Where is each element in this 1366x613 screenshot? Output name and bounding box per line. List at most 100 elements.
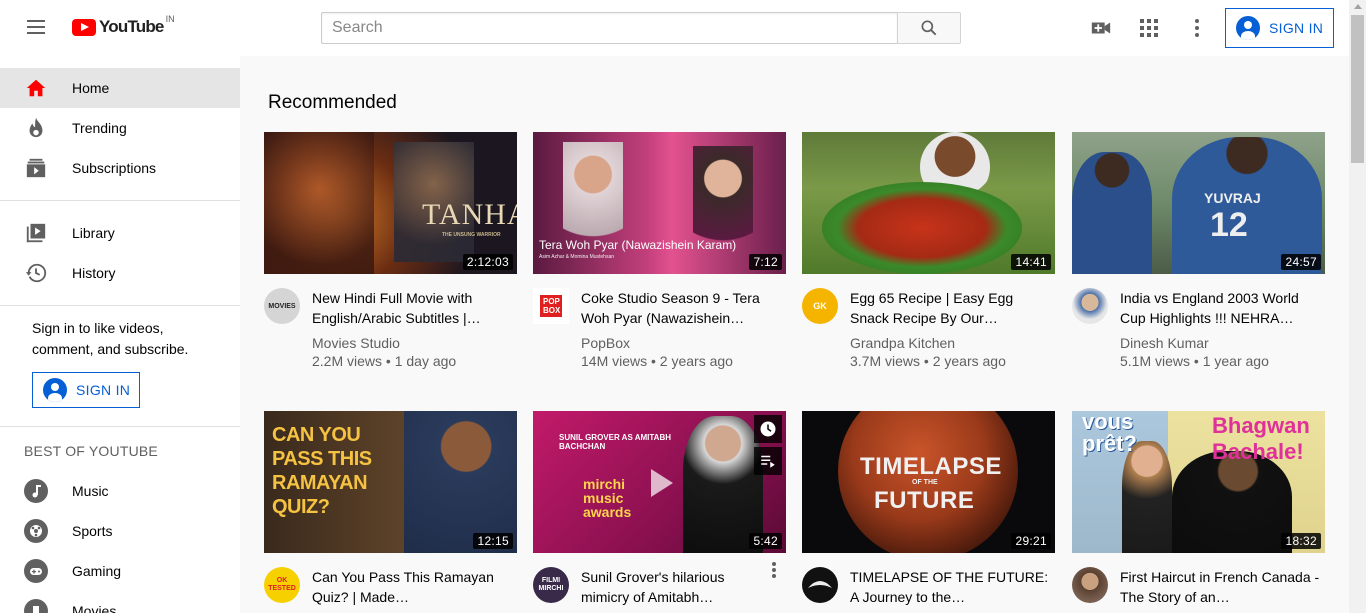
sidebar-item-trending[interactable]: Trending [0, 108, 240, 148]
video-card[interactable]: vous prêt? Bhagwan Bachale! 18:32 First … [1072, 411, 1325, 607]
sidebar-item-home[interactable]: Home [0, 68, 240, 108]
channel-avatar[interactable]: POP BOX [533, 288, 569, 324]
section-title: Recommended [268, 92, 397, 113]
sidebar-item-history[interactable]: History [0, 253, 240, 293]
video-thumbnail[interactable]: vous prêt? Bhagwan Bachale! 18:32 [1072, 411, 1325, 553]
video-card[interactable]: Tera Woh Pyar (Nawazishein Karam) Asim A… [533, 132, 786, 370]
channel-avatar[interactable]: OK TESTED [264, 567, 300, 603]
sidebar: Home Trending Subscriptions Library Hist… [0, 56, 240, 613]
play-icon [651, 469, 673, 497]
thumbnail-subtitle: Asim Azhar & Momina Mustehsan [539, 254, 615, 260]
sidebar-item-label: Movies [72, 603, 117, 613]
sign-in-message: Sign in to like videos, comment, and sub… [32, 320, 189, 357]
video-duration: 2:12:03 [462, 254, 513, 270]
youtube-logo[interactable]: YouTube IN [72, 14, 175, 37]
video-thumbnail[interactable]: YUVRAJ 12 24:57 [1072, 132, 1325, 274]
gaming-icon [24, 559, 48, 583]
watch-later-icon[interactable] [754, 415, 782, 443]
sidebar-item-label: Sports [72, 523, 113, 539]
channel-avatar-text: GK [813, 301, 827, 311]
thumbnail-subtitle: THE UNSUNG WARRIOR [442, 232, 501, 238]
video-card[interactable]: YUVRAJ 12 24:57 India vs England 2003 Wo… [1072, 132, 1325, 370]
video-title[interactable]: First Haircut in French Canada - The Sto… [1120, 567, 1325, 607]
page-scrollbar[interactable] [1349, 0, 1366, 613]
search-icon [921, 20, 937, 36]
sidebar-item-gaming[interactable]: Gaming [0, 551, 240, 591]
video-stats: 3.7M views • 2 years ago [850, 353, 1006, 369]
channel-avatar-text: FILMI MIRCHI [538, 577, 564, 592]
more-actions-icon[interactable] [766, 561, 782, 579]
scroll-up-arrow-icon[interactable] [1354, 4, 1362, 9]
thumbnail-title: Tera Woh Pyar (Nawazishein Karam) [539, 238, 737, 252]
video-title[interactable]: Egg 65 Recipe | Easy Egg Snack Recipe By… [850, 288, 1055, 328]
video-card[interactable]: TANHAJI THE UNSUNG WARRIOR 2:12:03 MOVIE… [264, 132, 517, 370]
video-duration: 14:41 [1011, 254, 1051, 270]
video-card[interactable]: CAN YOU PASS THIS RAMAYAN QUIZ? 12:15 OK… [264, 411, 517, 607]
sidebar-divider [0, 200, 240, 201]
flame-icon [24, 116, 48, 140]
channel-avatar[interactable]: GK [802, 288, 838, 324]
channel-avatar-text: MOVIES [268, 302, 296, 310]
logo-text: YouTube [99, 17, 164, 36]
channel-name[interactable]: Grandpa Kitchen [850, 334, 1055, 352]
sidebar-item-label: Subscriptions [72, 160, 157, 176]
video-duration: 5:42 [749, 533, 782, 549]
video-thumbnail[interactable]: SUNIL GROVER AS AMITABH BACHCHAN mirchi … [533, 411, 786, 553]
video-thumbnail[interactable]: CAN YOU PASS THIS RAMAYAN QUIZ? 12:15 [264, 411, 517, 553]
sidebar-item-subscriptions[interactable]: Subscriptions [0, 148, 240, 188]
video-thumbnail[interactable]: Tera Woh Pyar (Nawazishein Karam) Asim A… [533, 132, 786, 274]
channel-name[interactable]: Dinesh Kumar [1120, 334, 1325, 352]
channel-avatar-text: POP BOX [540, 295, 562, 317]
sign-in-label: SIGN IN [76, 382, 131, 398]
sidebar-item-movies[interactable]: Movies [0, 591, 240, 613]
thumbnail-title: SUNIL GROVER AS AMITABH BACHCHAN [559, 433, 672, 451]
library-icon [24, 221, 48, 245]
video-title[interactable]: Coke Studio Season 9 - Tera Woh Pyar (Na… [581, 288, 786, 328]
channel-avatar[interactable]: FILMI MIRCHI [533, 567, 569, 603]
search-button[interactable] [897, 12, 961, 44]
search-input[interactable] [321, 12, 897, 44]
video-thumbnail[interactable]: TIMELAPSE OF THE FUTURE 29:21 [802, 411, 1055, 553]
video-card[interactable]: 14:41 GK Egg 65 Recipe | Easy Egg Snack … [802, 132, 1055, 370]
channel-name[interactable]: PopBox [581, 334, 786, 352]
sidebar-item-label: Music [72, 483, 109, 499]
logo-country-code: IN [165, 14, 175, 24]
video-card[interactable]: TIMELAPSE OF THE FUTURE 29:21 TIMELAPSE … [802, 411, 1055, 607]
sidebar-item-library[interactable]: Library [0, 213, 240, 253]
video-thumbnail[interactable]: 14:41 [802, 132, 1055, 274]
thumbnail-title: vous prêt? [1082, 411, 1137, 456]
thumbnail-title: YUVRAJ [1204, 190, 1261, 206]
channel-avatar[interactable] [1072, 567, 1108, 603]
video-title[interactable]: Sunil Grover's hilarious mimicry of Amit… [581, 567, 786, 607]
sidebar-item-sports[interactable]: Sports [0, 511, 240, 551]
video-card[interactable]: SUNIL GROVER AS AMITABH BACHCHAN mirchi … [533, 411, 786, 607]
add-to-queue-icon[interactable] [754, 447, 782, 475]
apps-grid-icon[interactable] [1137, 16, 1161, 40]
sidebar-item-label: Trending [72, 120, 127, 136]
sidebar-item-music[interactable]: Music [0, 471, 240, 511]
video-title[interactable]: Can You Pass This Ramayan Quiz? | Made… [312, 567, 517, 607]
channel-avatar[interactable] [802, 567, 838, 603]
subscriptions-icon [24, 156, 48, 180]
video-title[interactable]: TIMELAPSE OF THE FUTURE: A Journey to th… [850, 567, 1055, 607]
top-header: YouTube IN SIGN IN [0, 0, 1349, 56]
settings-more-icon[interactable] [1185, 16, 1209, 40]
menu-icon[interactable] [24, 16, 48, 40]
create-video-icon[interactable] [1089, 16, 1113, 40]
sidebar-item-label: History [72, 265, 116, 281]
thumbnail-subtitle: Bhagwan Bachale! [1212, 413, 1310, 464]
scrollbar-thumb[interactable] [1351, 15, 1364, 163]
channel-avatar[interactable]: MOVIES [264, 288, 300, 324]
thumbnail-title: TIMELAPSE [860, 453, 1002, 480]
movies-icon [24, 599, 48, 613]
channel-name[interactable]: Movies Studio [312, 334, 517, 352]
channel-avatar[interactable] [1072, 288, 1108, 324]
sidebar-sign-in-button[interactable]: SIGN IN [32, 372, 140, 408]
video-title[interactable]: New Hindi Full Movie with English/Arabic… [312, 288, 517, 328]
thumbnail-subtitle: FUTURE [874, 487, 975, 514]
account-icon [1236, 16, 1260, 40]
video-thumbnail[interactable]: TANHAJI THE UNSUNG WARRIOR 2:12:03 [264, 132, 517, 274]
video-title[interactable]: India vs England 2003 World Cup Highligh… [1120, 288, 1325, 328]
video-stats: 2.2M views • 1 day ago [312, 353, 457, 369]
sign-in-button[interactable]: SIGN IN [1225, 8, 1334, 48]
